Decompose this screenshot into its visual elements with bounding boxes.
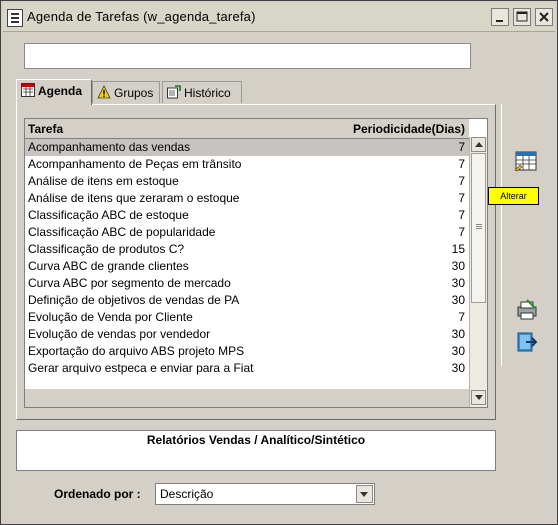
table-row[interactable]: Análise de itens que zeraram o estoque 7 bbox=[25, 190, 469, 207]
cell-tarefa: Evolução de Venda por Cliente bbox=[28, 310, 193, 324]
table-row[interactable]: Classificação de produtos C? 15 bbox=[25, 241, 469, 258]
cell-tarefa: Análise de itens em estoque bbox=[28, 174, 179, 188]
cell-tarefa: Acompanhamento de Peças em trânsito bbox=[28, 157, 242, 171]
app-icon bbox=[7, 9, 23, 27]
cell-periodicidade: 30 bbox=[451, 276, 465, 290]
cell-tarefa: Evolução de vendas por vendedor bbox=[28, 327, 211, 341]
cell-periodicidade: 30 bbox=[451, 344, 465, 358]
scroll-thumb[interactable] bbox=[471, 153, 486, 303]
exit-door-icon bbox=[517, 332, 538, 352]
history-icon bbox=[167, 85, 181, 99]
cell-tarefa: Definição de objetivos de vendas de PA bbox=[28, 293, 240, 307]
print-icon bbox=[517, 299, 537, 320]
table-row[interactable]: Análise de itens em estoque 7 bbox=[25, 173, 469, 190]
warning-icon bbox=[97, 85, 111, 99]
table-row[interactable]: Classificação ABC de popularidade 7 bbox=[25, 224, 469, 241]
column-header-periodicidade[interactable]: Periodicidade(Dias) bbox=[353, 122, 465, 136]
tab-label: Agenda bbox=[38, 84, 83, 98]
cell-tarefa: Análise de itens que zeraram o estoque bbox=[28, 191, 240, 205]
tab-label: Grupos bbox=[114, 86, 154, 100]
table-body: Acompanhamento das vendas 7 Acompanhament… bbox=[25, 139, 469, 377]
cell-periodicidade: 15 bbox=[451, 242, 465, 256]
print-button[interactable] bbox=[515, 299, 539, 321]
cell-periodicidade: 7 bbox=[458, 157, 465, 171]
window-title: Agenda de Tarefas (w_agenda_tarefa) bbox=[27, 9, 256, 24]
tab-grupos[interactable]: Grupos bbox=[92, 81, 160, 103]
cell-periodicidade: 30 bbox=[451, 327, 465, 341]
table-footer bbox=[25, 389, 469, 407]
cell-tarefa: Classificação ABC de popularidade bbox=[28, 225, 216, 239]
minimize-button[interactable] bbox=[491, 8, 509, 26]
table-row[interactable]: Curva ABC por segmento de mercado 30 bbox=[25, 275, 469, 292]
description-box: Relatórios Vendas / Analítico/Sintético bbox=[16, 430, 496, 471]
cell-tarefa: Classificação de produtos C? bbox=[28, 242, 185, 256]
table-header: Tarefa Periodicidade(Dias) bbox=[25, 119, 469, 139]
cell-tarefa: Classificação ABC de estoque bbox=[28, 208, 189, 222]
cell-periodicidade: 30 bbox=[451, 259, 465, 273]
cell-periodicidade: 7 bbox=[458, 191, 465, 205]
title-bar[interactable]: Agenda de Tarefas (w_agenda_tarefa) bbox=[3, 3, 555, 32]
calendar-icon bbox=[21, 83, 35, 97]
chevron-down-icon[interactable] bbox=[356, 485, 373, 503]
main-window: Agenda de Tarefas (w_agenda_tarefa) Agen… bbox=[0, 0, 558, 525]
tooltip-alterar: Alterar bbox=[488, 187, 539, 205]
scroll-down-button[interactable] bbox=[471, 390, 486, 405]
top-text-field[interactable] bbox=[24, 43, 471, 69]
action-sidebar bbox=[501, 104, 550, 366]
table-row[interactable]: Curva ABC de grande clientes 30 bbox=[25, 258, 469, 275]
cell-tarefa: Gerar arquivo estpeca e enviar para a Fi… bbox=[28, 361, 254, 375]
table-row[interactable]: Definição de objetivos de vendas de PA 30 bbox=[25, 292, 469, 309]
grip-icon bbox=[476, 224, 482, 225]
cell-periodicidade: 7 bbox=[458, 140, 465, 154]
cell-periodicidade: 7 bbox=[458, 174, 465, 188]
order-label: Ordenado por : bbox=[54, 487, 141, 501]
cell-tarefa: Acompanhamento das vendas bbox=[28, 140, 191, 154]
cell-tarefa: Curva ABC de grande clientes bbox=[28, 259, 189, 273]
tab-label: Histórico bbox=[184, 86, 231, 100]
close-icon bbox=[539, 12, 549, 22]
tab-historico[interactable]: Histórico bbox=[162, 81, 242, 103]
cell-periodicidade: 7 bbox=[458, 310, 465, 324]
scroll-up-button[interactable] bbox=[471, 137, 486, 152]
order-select[interactable]: Descrição bbox=[155, 483, 375, 505]
edit-button[interactable] bbox=[514, 150, 538, 172]
task-table: Tarefa Periodicidade(Dias) Acompanhament… bbox=[24, 118, 488, 408]
table-row[interactable]: Exportação do arquivo ABS projeto MPS 30 bbox=[25, 343, 469, 360]
cell-periodicidade: 30 bbox=[451, 361, 465, 375]
edit-table-icon bbox=[514, 151, 537, 172]
table-row[interactable]: Acompanhamento de Peças em trânsito 7 bbox=[25, 156, 469, 173]
table-row[interactable]: Evolução de Venda por Cliente 7 bbox=[25, 309, 469, 326]
maximize-icon bbox=[516, 11, 528, 22]
table-row[interactable]: Acompanhamento das vendas 7 bbox=[25, 139, 469, 156]
cell-periodicidade: 7 bbox=[458, 208, 465, 222]
column-header-tarefa[interactable]: Tarefa bbox=[28, 122, 63, 136]
table-row[interactable]: Gerar arquivo estpeca e enviar para a Fi… bbox=[25, 360, 469, 377]
order-select-value: Descrição bbox=[160, 487, 214, 501]
table-row[interactable]: Evolução de vendas por vendedor 30 bbox=[25, 326, 469, 343]
maximize-button[interactable] bbox=[513, 8, 531, 26]
description-text: Relatórios Vendas / Analítico/Sintético bbox=[146, 433, 366, 447]
vertical-scrollbar[interactable] bbox=[469, 137, 487, 407]
close-button[interactable] bbox=[535, 8, 553, 26]
tab-agenda[interactable]: Agenda bbox=[16, 79, 92, 105]
cell-tarefa: Exportação do arquivo ABS projeto MPS bbox=[28, 344, 245, 358]
table-row[interactable]: Classificação ABC de estoque 7 bbox=[25, 207, 469, 224]
cell-periodicidade: 7 bbox=[458, 225, 465, 239]
minimize-icon bbox=[496, 20, 503, 22]
cell-periodicidade: 30 bbox=[451, 293, 465, 307]
exit-button[interactable] bbox=[515, 331, 539, 353]
cell-tarefa: Curva ABC por segmento de mercado bbox=[28, 276, 231, 290]
